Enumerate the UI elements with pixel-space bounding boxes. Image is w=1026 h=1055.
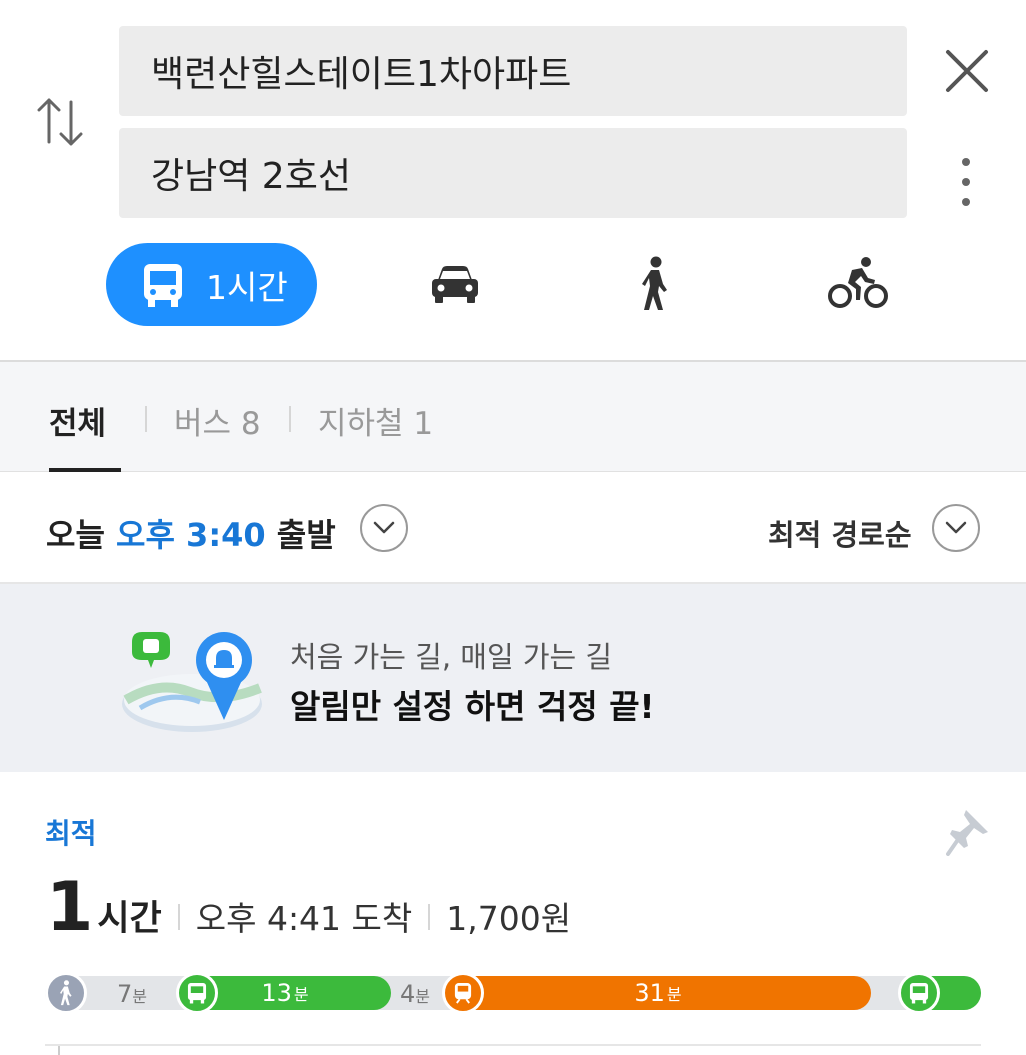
- walk-icon: [59, 980, 72, 1006]
- swap-icon: [37, 98, 83, 146]
- duration-unit: 시간: [97, 899, 162, 939]
- alarm-map-illustration: [122, 632, 262, 732]
- mode-bus-button[interactable]: 1시간: [106, 243, 317, 326]
- route-card[interactable]: 최적 1 시간 오후 4:41 도착 1,700원 7분 13 분 4분 31 분: [0, 772, 1026, 1055]
- bus-icon: [144, 263, 182, 307]
- departure-time-selector[interactable]: 오늘 오후 3:40 출발: [46, 510, 336, 556]
- subway-icon: [454, 983, 472, 1004]
- walk-segment-2-label: 4분: [400, 980, 431, 1008]
- summary-divider: [177, 904, 180, 930]
- origin-text: 백련산힐스테이트1차아파트: [151, 54, 572, 95]
- mode-walk-button[interactable]: [630, 252, 680, 316]
- route-timeline-bar: 7분 13 분 4분 31 분: [45, 972, 981, 1014]
- walk-icon: [642, 256, 667, 310]
- subway-segment-minutes: 31: [634, 979, 665, 1007]
- route-summary: 1 시간 오후 4:41 도착 1,700원: [46, 868, 571, 948]
- subway-node: [442, 972, 484, 1014]
- tab-subway[interactable]: 지하철 1: [318, 398, 433, 443]
- sort-order-label[interactable]: 최적 경로순: [768, 512, 912, 554]
- bus-icon: [187, 983, 207, 1004]
- sort-dropdown-button[interactable]: [932, 504, 980, 552]
- car-icon: [432, 266, 478, 303]
- tab-divider: [145, 406, 147, 432]
- departure-dropdown-button[interactable]: [360, 504, 408, 552]
- route-type-tabs: 전체 버스 8 지하철 1: [0, 360, 1026, 472]
- bus-node: [176, 972, 218, 1014]
- banner-subtitle: 처음 가는 길, 매일 가는 길: [290, 640, 613, 674]
- bus-icon: [909, 983, 929, 1004]
- tab-divider: [289, 406, 291, 432]
- route-divider: [45, 1044, 981, 1046]
- bus-node-final: [898, 972, 940, 1014]
- departure-options-row: 오늘 오후 3:40 출발 최적 경로순: [0, 472, 1026, 584]
- search-panel: 백련산힐스테이트1차아파트 강남역 2호선 1시간: [0, 0, 1026, 360]
- pin-icon: [946, 810, 988, 856]
- arrival-time: 오후 4:41 도착: [195, 899, 413, 938]
- bus-segment-minutes: 13: [261, 979, 292, 1007]
- mode-car-button[interactable]: [420, 256, 490, 312]
- departure-day: 오늘: [46, 516, 105, 554]
- close-button[interactable]: [938, 42, 996, 100]
- chevron-down-icon: [373, 521, 395, 534]
- mode-bus-duration: 1시간: [206, 267, 288, 307]
- mode-bike-button[interactable]: [823, 252, 893, 314]
- pin-route-button[interactable]: [946, 808, 990, 856]
- walk-segment-1-label: 7분: [117, 980, 148, 1008]
- fare: 1,700원: [446, 899, 572, 938]
- route-badge-best: 최적: [45, 817, 97, 850]
- duration-value: 1: [46, 868, 94, 947]
- more-icon: [962, 158, 970, 166]
- summary-divider: [428, 904, 431, 930]
- close-icon: [946, 50, 988, 92]
- more-options-button[interactable]: [946, 152, 986, 212]
- origin-field[interactable]: 백련산힐스테이트1차아파트: [119, 26, 907, 116]
- swap-route-button[interactable]: [30, 90, 90, 154]
- destination-text: 강남역 2호선: [151, 156, 351, 197]
- alarm-promo-banner[interactable]: 처음 가는 길, 매일 가는 길 알림만 설정 하면 걱정 끝!: [0, 584, 1026, 772]
- walk-node: [45, 972, 87, 1014]
- departure-suffix: 출발: [276, 516, 336, 554]
- route-detail-line: [58, 1046, 60, 1055]
- banner-title: 알림만 설정 하면 걱정 끝!: [290, 687, 655, 726]
- bike-icon: [828, 257, 888, 308]
- tab-all[interactable]: 전체: [49, 398, 106, 443]
- destination-field[interactable]: 강남역 2호선: [119, 128, 907, 218]
- chevron-down-icon: [945, 521, 967, 534]
- subway-segment: 31 분: [445, 976, 871, 1010]
- departure-time: 오후 3:40: [116, 516, 266, 554]
- tab-bus[interactable]: 버스 8: [174, 398, 261, 443]
